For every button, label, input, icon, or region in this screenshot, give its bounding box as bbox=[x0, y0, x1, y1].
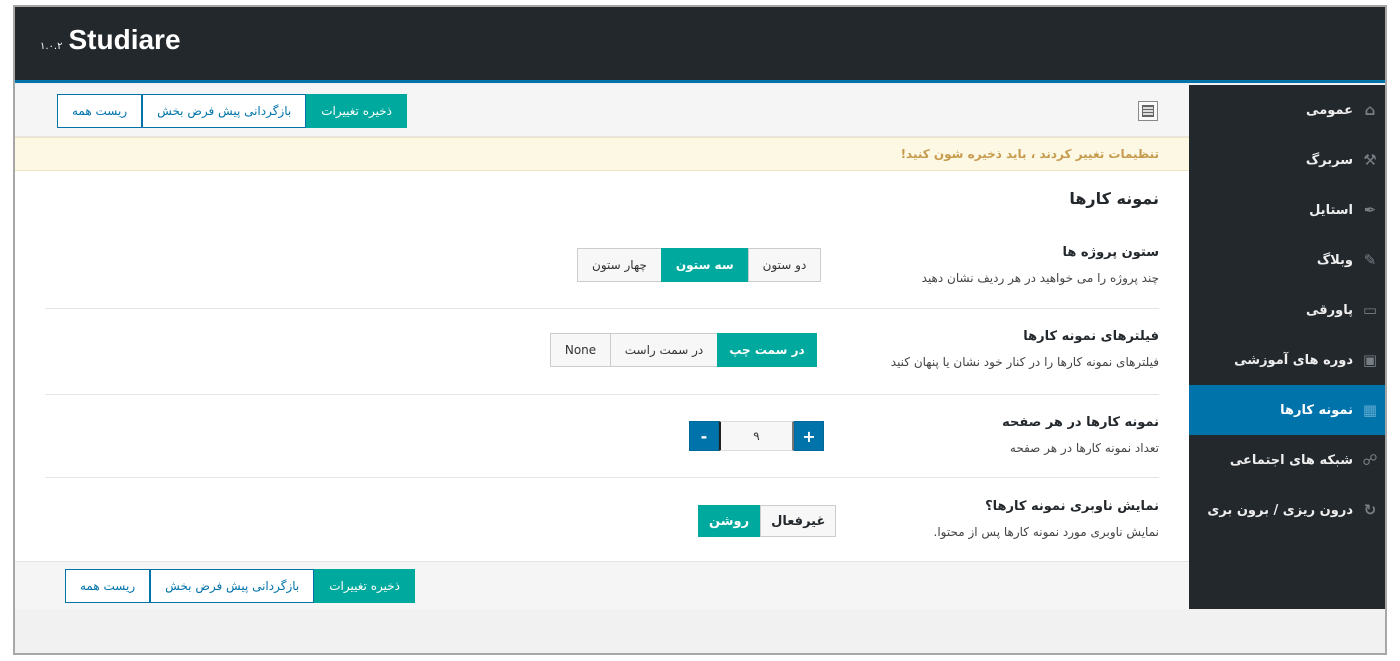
sidebar-item-label: استایل bbox=[1309, 202, 1353, 218]
section-title: نمونه کارها bbox=[1069, 189, 1159, 208]
sidebar-item-label: درون ریزی / برون بری bbox=[1207, 502, 1353, 518]
save-button[interactable]: ذخیره تغییرات bbox=[306, 94, 407, 128]
sidebar-item-blog[interactable]: ✎ وبلاگ bbox=[1189, 235, 1385, 285]
grid-icon: ▦ bbox=[1362, 401, 1378, 419]
option-right[interactable]: در سمت راست bbox=[610, 333, 717, 367]
sidebar-item-import-export[interactable]: ↻ درون ریزی / برون بری bbox=[1189, 485, 1385, 535]
field-label: ستون پروژه ها bbox=[1062, 245, 1160, 260]
version-label: ۱.۰.۲ bbox=[40, 41, 63, 52]
navigation-switch: غیرفعال روشن bbox=[698, 505, 837, 537]
brush-icon: ✒ bbox=[1363, 201, 1377, 219]
field-description: چند پروژه را می خواهید در هر ردیف نشان د… bbox=[921, 271, 1159, 285]
sidebar-item-label: نمونه کارها bbox=[1280, 402, 1353, 418]
sidebar-item-label: وبلاگ bbox=[1316, 252, 1353, 268]
divider bbox=[45, 308, 1159, 309]
wrench-icon: ⚒ bbox=[1363, 151, 1377, 169]
columns-button-set: دو ستون سه ستون چهار ستون bbox=[577, 248, 822, 282]
switch-off[interactable]: غیرفعال bbox=[760, 505, 837, 537]
field-label: فیلترهای نمونه کارها bbox=[1023, 329, 1159, 344]
field-navigation: نمایش ناوبری نمونه کارها؟ نمایش ناوبری م… bbox=[45, 495, 1160, 555]
option-none[interactable]: None bbox=[550, 333, 610, 367]
reset-all-button[interactable]: ریست همه bbox=[57, 94, 143, 128]
per-page-input[interactable] bbox=[719, 421, 794, 451]
layout-toggle-icon[interactable] bbox=[1138, 101, 1158, 121]
reset-all-button[interactable]: ریست همه bbox=[65, 569, 151, 603]
field-label: نمونه کارها در هر صفحه bbox=[1002, 415, 1159, 430]
field-description: تعداد نمونه کارها در هر صفحه bbox=[1009, 441, 1159, 455]
top-toolbar: ذخیره تغییرات بازگردانی پیش فرض بخش ریست… bbox=[15, 85, 1189, 137]
reset-section-button[interactable]: بازگردانی پیش فرض بخش bbox=[142, 94, 307, 128]
sidebar-item-label: شبکه های اجتماعی bbox=[1229, 452, 1353, 468]
sidebar-item-courses[interactable]: ▣ دوره های آموزشی bbox=[1189, 335, 1385, 385]
pencil-icon: ✎ bbox=[1363, 251, 1377, 269]
decrement-button[interactable]: - bbox=[689, 421, 719, 451]
cart-icon: ▣ bbox=[1362, 351, 1378, 369]
divider bbox=[45, 394, 1159, 395]
sidebar-item-label: پاورقی bbox=[1306, 302, 1353, 318]
sidebar-item-label: عمومی bbox=[1306, 102, 1353, 118]
brand: ۱.۰.۲ Studiare bbox=[40, 24, 181, 56]
sidebar-item-footer[interactable]: ▭ پاورقی bbox=[1189, 285, 1385, 335]
laptop-icon: ▭ bbox=[1362, 301, 1378, 319]
main-content: ذخیره تغییرات بازگردانی پیش فرض بخش ریست… bbox=[15, 85, 1189, 609]
option-two-columns[interactable]: دو ستون bbox=[747, 248, 822, 282]
options-panel: ۱.۰.۲ Studiare ذخیره تغییرات بازگردانی پ… bbox=[13, 5, 1387, 655]
filters-button-set: در سمت چپ در سمت راست None bbox=[550, 333, 817, 367]
increment-button[interactable]: + bbox=[794, 421, 824, 451]
per-page-spinner: - + bbox=[689, 421, 824, 451]
top-button-group: ذخیره تغییرات بازگردانی پیش فرض بخش ریست… bbox=[57, 94, 407, 128]
option-four-columns[interactable]: چهار ستون bbox=[577, 248, 661, 282]
share-icon: ☍ bbox=[1362, 451, 1378, 469]
header-bar: ۱.۰.۲ Studiare bbox=[15, 7, 1385, 83]
sidebar-item-style[interactable]: ✒ استایل bbox=[1189, 185, 1385, 235]
field-description: نمایش ناوبری مورد نمونه کارها پس از محتو… bbox=[933, 525, 1160, 539]
bottom-button-group: ذخیره تغییرات بازگردانی پیش فرض بخش ریست… bbox=[65, 569, 415, 603]
sidebar-item-portfolio[interactable]: ▦ نمونه کارها bbox=[1189, 385, 1385, 435]
field-label: نمایش ناوبری نمونه کارها؟ bbox=[985, 499, 1159, 514]
switch-on[interactable]: روشن bbox=[698, 505, 761, 537]
bottom-toolbar: ذخیره تغییرات بازگردانی پیش فرض بخش ریست… bbox=[15, 561, 1189, 609]
home-icon: ⌂ bbox=[1364, 101, 1376, 119]
sidebar-nav: ⌂ عمومی ⚒ سربرگ ✒ استایل ✎ وبلاگ ▭ پاورق… bbox=[1189, 85, 1385, 609]
sidebar-item-social[interactable]: ☍ شبکه های اجتماعی bbox=[1189, 435, 1385, 485]
brand-name: Studiare bbox=[68, 24, 181, 55]
option-three-columns[interactable]: سه ستون bbox=[660, 248, 748, 282]
field-description: فیلترهای نمونه کارها را در کنار خود نشان… bbox=[890, 355, 1159, 369]
option-left[interactable]: در سمت چپ bbox=[717, 333, 817, 367]
field-per-page: نمونه کارها در هر صفحه تعداد نمونه کارها… bbox=[45, 411, 1159, 471]
save-button[interactable]: ذخیره تغییرات bbox=[314, 569, 415, 603]
sidebar-item-label: سربرگ bbox=[1305, 152, 1353, 168]
refresh-icon: ↻ bbox=[1363, 501, 1377, 519]
sidebar-item-label: دوره های آموزشی bbox=[1234, 352, 1353, 368]
sidebar-item-header[interactable]: ⚒ سربرگ bbox=[1189, 135, 1385, 185]
sidebar-item-general[interactable]: ⌂ عمومی bbox=[1189, 85, 1385, 135]
divider bbox=[45, 477, 1159, 478]
reset-section-button[interactable]: بازگردانی پیش فرض بخش bbox=[150, 569, 315, 603]
unsaved-notice: تنظیمات تغییر کردند ، باید ذخیره شون کنی… bbox=[15, 137, 1189, 171]
